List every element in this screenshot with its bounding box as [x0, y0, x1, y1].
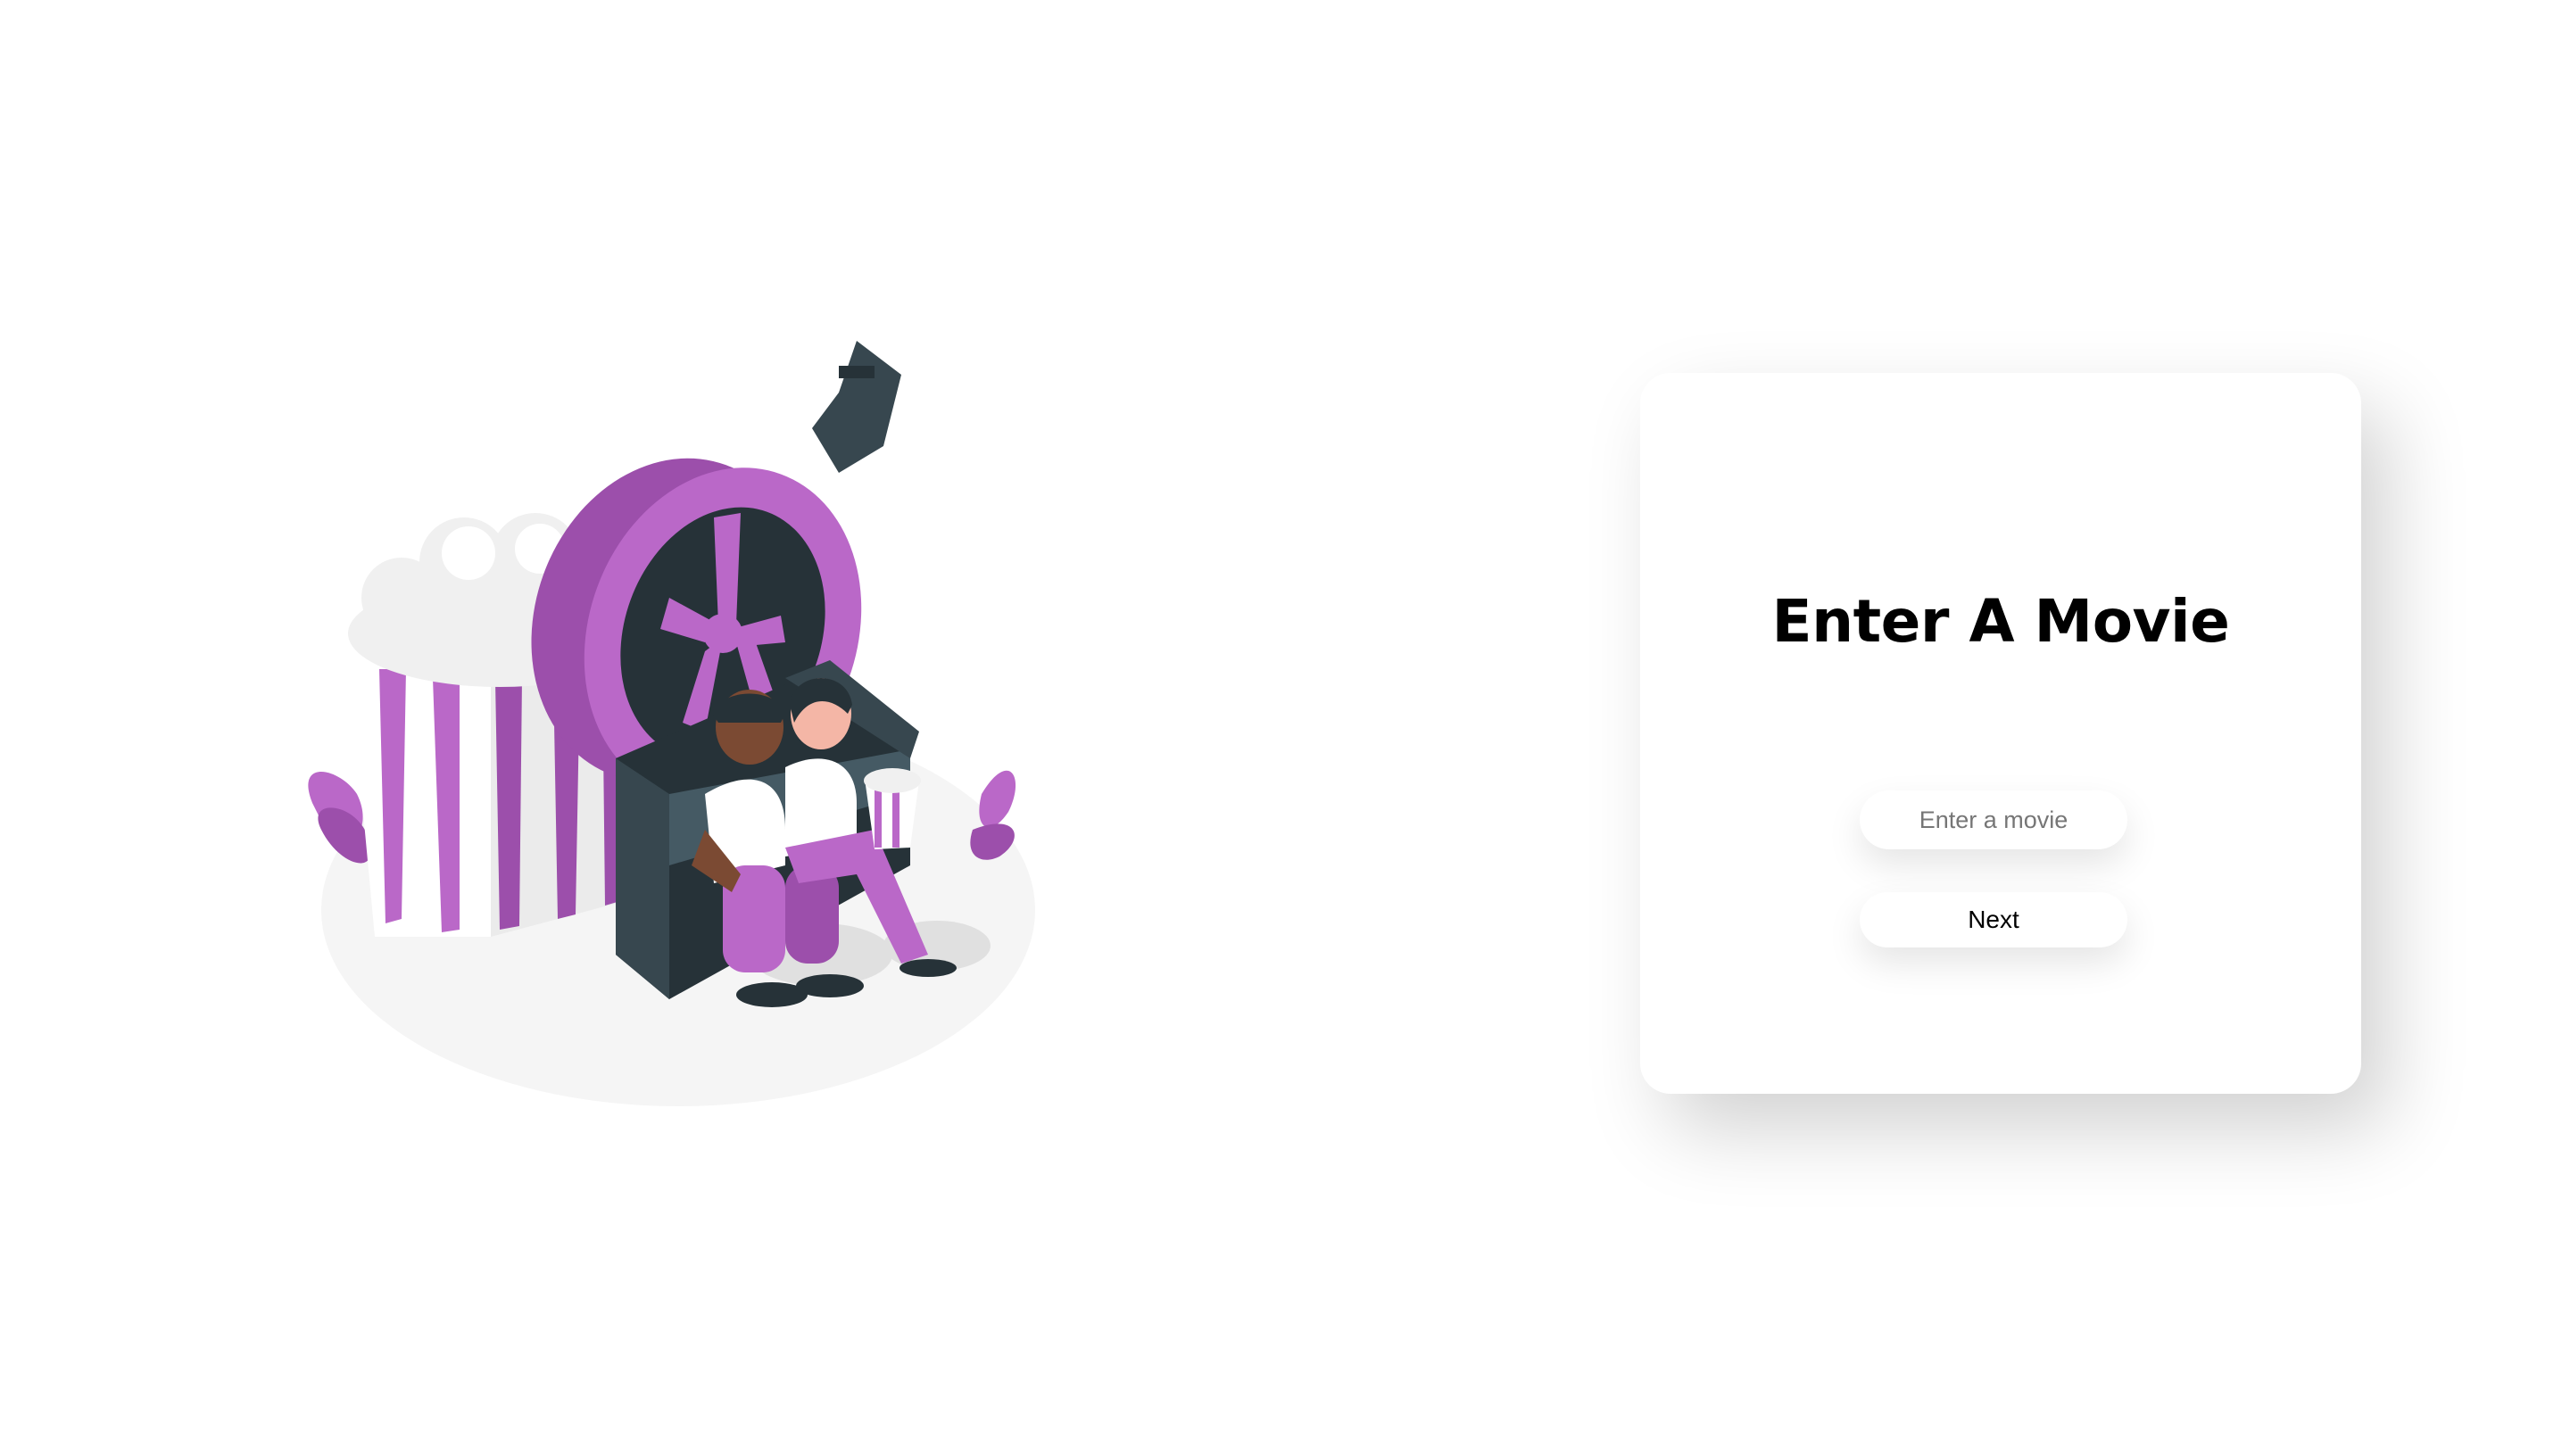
movie-input[interactable] [1860, 790, 2127, 849]
movie-entry-card: Enter A Movie Next [1640, 373, 2361, 1094]
next-button[interactable]: Next [1860, 892, 2127, 947]
hero-illustration [286, 330, 1071, 1124]
movie-couple-illustration [308, 341, 1035, 1106]
page-title: Enter A Movie [1771, 587, 2230, 656]
